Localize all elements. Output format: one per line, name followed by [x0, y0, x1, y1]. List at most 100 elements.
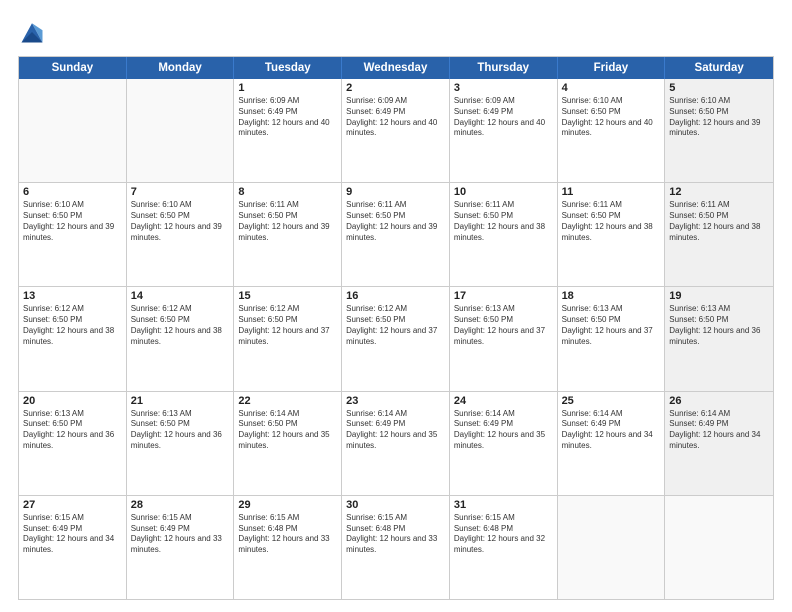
weekday-header: Monday	[127, 57, 235, 79]
day-number: 25	[562, 395, 661, 407]
calendar: SundayMondayTuesdayWednesdayThursdayFrid…	[18, 56, 774, 600]
weekday-header: Wednesday	[342, 57, 450, 79]
day-number: 29	[238, 499, 337, 511]
day-info: Sunrise: 6:14 AM Sunset: 6:49 PM Dayligh…	[562, 409, 661, 452]
day-info: Sunrise: 6:13 AM Sunset: 6:50 PM Dayligh…	[23, 409, 122, 452]
day-number: 19	[669, 290, 769, 302]
calendar-day-cell: 17 Sunrise: 6:13 AM Sunset: 6:50 PM Dayli…	[450, 287, 558, 390]
calendar-header: SundayMondayTuesdayWednesdayThursdayFrid…	[19, 57, 773, 79]
calendar-day-cell: 6Sunrise: 6:10 AM Sunset: 6:50 PM Daylig…	[19, 183, 127, 286]
day-number: 6	[23, 186, 122, 198]
day-info: Sunrise: 6:10 AM Sunset: 6:50 PM Dayligh…	[131, 200, 230, 243]
day-number: 30	[346, 499, 445, 511]
day-number: 10	[454, 186, 553, 198]
calendar-day-cell: 16Sunrise: 6:12 AM Sunset: 6:50 PM Dayli…	[342, 287, 450, 390]
day-info: Sunrise: 6:11 AM Sunset: 6:50 PM Dayligh…	[454, 200, 553, 243]
day-info: Sunrise: 6:12 AM Sunset: 6:50 PM Dayligh…	[131, 304, 230, 347]
day-info: Sunrise: 6:11 AM Sunset: 6:50 PM Dayligh…	[238, 200, 337, 243]
calendar-day-cell: 21Sunrise: 6:13 AM Sunset: 6:50 PM Dayli…	[127, 392, 235, 495]
weekday-header: Sunday	[19, 57, 127, 79]
calendar-day-cell: 20 Sunrise: 6:13 AM Sunset: 6:50 PM Dayli…	[19, 392, 127, 495]
calendar-day-cell: 23 Sunrise: 6:14 AM Sunset: 6:49 PM Dayli…	[342, 392, 450, 495]
calendar-day-cell	[665, 496, 773, 599]
day-info: Sunrise: 6:12 AM Sunset: 6:50 PM Dayligh…	[23, 304, 122, 347]
weekday-header: Tuesday	[234, 57, 342, 79]
day-info: Sunrise: 6:14 AM Sunset: 6:49 PM Dayligh…	[669, 409, 769, 452]
day-info: Sunrise: 6:11 AM Sunset: 6:50 PM Dayligh…	[346, 200, 445, 243]
calendar-day-cell: 28 Sunrise: 6:15 AM Sunset: 6:49 PM Dayli…	[127, 496, 235, 599]
logo-icon	[18, 18, 46, 46]
day-number: 14	[131, 290, 230, 302]
day-info: Sunrise: 6:14 AM Sunset: 6:49 PM Dayligh…	[454, 409, 553, 452]
calendar-day-cell: 18Sunrise: 6:13 AM Sunset: 6:50 PM Dayli…	[558, 287, 666, 390]
calendar-day-cell: 7 Sunrise: 6:10 AM Sunset: 6:50 PM Daylig…	[127, 183, 235, 286]
header	[18, 18, 774, 46]
calendar-day-cell: 13 Sunrise: 6:12 AM Sunset: 6:50 PM Dayli…	[19, 287, 127, 390]
calendar-week-row: 1 Sunrise: 6:09 AM Sunset: 6:49 PM Daylig…	[19, 79, 773, 183]
day-info: Sunrise: 6:13 AM Sunset: 6:50 PM Dayligh…	[669, 304, 769, 347]
day-info: Sunrise: 6:13 AM Sunset: 6:50 PM Dayligh…	[454, 304, 553, 347]
day-info: Sunrise: 6:14 AM Sunset: 6:50 PM Dayligh…	[238, 409, 337, 452]
calendar-day-cell: 5 Sunrise: 6:10 AM Sunset: 6:50 PM Daylig…	[665, 79, 773, 182]
day-number: 11	[562, 186, 661, 198]
day-number: 24	[454, 395, 553, 407]
day-info: Sunrise: 6:15 AM Sunset: 6:48 PM Dayligh…	[454, 513, 553, 556]
calendar-day-cell	[19, 79, 127, 182]
calendar-day-cell: 9Sunrise: 6:11 AM Sunset: 6:50 PM Daylig…	[342, 183, 450, 286]
day-number: 21	[131, 395, 230, 407]
calendar-day-cell: 14 Sunrise: 6:12 AM Sunset: 6:50 PM Dayli…	[127, 287, 235, 390]
calendar-day-cell: 2 Sunrise: 6:09 AM Sunset: 6:49 PM Daylig…	[342, 79, 450, 182]
day-info: Sunrise: 6:12 AM Sunset: 6:50 PM Dayligh…	[238, 304, 337, 347]
calendar-day-cell: 25 Sunrise: 6:14 AM Sunset: 6:49 PM Dayli…	[558, 392, 666, 495]
day-number: 1	[238, 82, 337, 94]
day-number: 22	[238, 395, 337, 407]
calendar-day-cell: 3 Sunrise: 6:09 AM Sunset: 6:49 PM Daylig…	[450, 79, 558, 182]
day-info: Sunrise: 6:09 AM Sunset: 6:49 PM Dayligh…	[238, 96, 337, 139]
weekday-header: Thursday	[450, 57, 558, 79]
day-number: 28	[131, 499, 230, 511]
day-number: 4	[562, 82, 661, 94]
calendar-day-cell: 1 Sunrise: 6:09 AM Sunset: 6:49 PM Daylig…	[234, 79, 342, 182]
calendar-day-cell: 8 Sunrise: 6:11 AM Sunset: 6:50 PM Daylig…	[234, 183, 342, 286]
calendar-week-row: 27 Sunrise: 6:15 AM Sunset: 6:49 PM Dayli…	[19, 496, 773, 599]
day-info: Sunrise: 6:11 AM Sunset: 6:50 PM Dayligh…	[669, 200, 769, 243]
day-number: 13	[23, 290, 122, 302]
calendar-week-row: 20 Sunrise: 6:13 AM Sunset: 6:50 PM Dayli…	[19, 392, 773, 496]
calendar-day-cell: 4 Sunrise: 6:10 AM Sunset: 6:50 PM Daylig…	[558, 79, 666, 182]
day-number: 26	[669, 395, 769, 407]
day-number: 5	[669, 82, 769, 94]
day-number: 7	[131, 186, 230, 198]
day-info: Sunrise: 6:11 AM Sunset: 6:50 PM Dayligh…	[562, 200, 661, 243]
calendar-day-cell: 27 Sunrise: 6:15 AM Sunset: 6:49 PM Dayli…	[19, 496, 127, 599]
day-number: 12	[669, 186, 769, 198]
day-info: Sunrise: 6:14 AM Sunset: 6:49 PM Dayligh…	[346, 409, 445, 452]
day-number: 27	[23, 499, 122, 511]
day-info: Sunrise: 6:10 AM Sunset: 6:50 PM Dayligh…	[562, 96, 661, 139]
day-info: Sunrise: 6:15 AM Sunset: 6:49 PM Dayligh…	[131, 513, 230, 556]
page: SundayMondayTuesdayWednesdayThursdayFrid…	[0, 0, 792, 612]
day-info: Sunrise: 6:09 AM Sunset: 6:49 PM Dayligh…	[454, 96, 553, 139]
day-number: 31	[454, 499, 553, 511]
calendar-week-row: 6 Sunrise: 6:10 AM Sunset: 6:50 PM Daylig…	[19, 183, 773, 287]
day-info: Sunrise: 6:15 AM Sunset: 6:49 PM Dayligh…	[23, 513, 122, 556]
calendar-day-cell: 30 Sunrise: 6:15 AM Sunset: 6:48 PM Dayli…	[342, 496, 450, 599]
calendar-day-cell: 19 Sunrise: 6:13 AM Sunset: 6:50 PM Dayli…	[665, 287, 773, 390]
day-info: Sunrise: 6:13 AM Sunset: 6:50 PM Dayligh…	[562, 304, 661, 347]
day-number: 23	[346, 395, 445, 407]
day-number: 20	[23, 395, 122, 407]
day-number: 16	[346, 290, 445, 302]
day-number: 8	[238, 186, 337, 198]
calendar-day-cell: 10 Sunrise: 6:11 AM Sunset: 6:50 PM Dayli…	[450, 183, 558, 286]
calendar-day-cell	[558, 496, 666, 599]
day-info: Sunrise: 6:15 AM Sunset: 6:48 PM Dayligh…	[346, 513, 445, 556]
day-info: Sunrise: 6:09 AM Sunset: 6:49 PM Dayligh…	[346, 96, 445, 139]
day-info: Sunrise: 6:15 AM Sunset: 6:48 PM Dayligh…	[238, 513, 337, 556]
day-number: 2	[346, 82, 445, 94]
calendar-day-cell	[127, 79, 235, 182]
day-number: 17	[454, 290, 553, 302]
day-info: Sunrise: 6:10 AM Sunset: 6:50 PM Dayligh…	[669, 96, 769, 139]
calendar-day-cell: 12 Sunrise: 6:11 AM Sunset: 6:50 PM Dayli…	[665, 183, 773, 286]
calendar-day-cell: 11 Sunrise: 6:11 AM Sunset: 6:50 PM Dayli…	[558, 183, 666, 286]
logo	[18, 18, 50, 46]
day-number: 3	[454, 82, 553, 94]
